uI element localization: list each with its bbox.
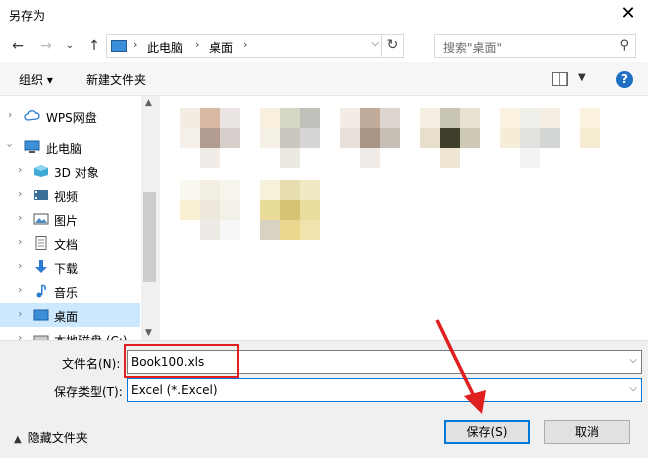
sidebar-item-label: 视频 (54, 190, 79, 204)
sidebar-item-pictures[interactable]: › 图片 (0, 207, 140, 231)
file-thumbnail[interactable] (260, 180, 320, 240)
sidebar-item-label: WPS网盘 (46, 111, 97, 125)
sidebar-item-documents[interactable]: › 文档 (0, 231, 140, 255)
address-bar[interactable]: › 此电脑 › 桌面 › ⌵ ↻ (106, 34, 404, 58)
up-folder-icon[interactable]: ↑ (84, 36, 104, 56)
sidebar-item-videos[interactable]: › 视频 (0, 183, 140, 207)
sidebar-item-downloads[interactable]: › 下载 (0, 255, 140, 279)
filetype-value: Excel (*.Excel) (131, 383, 218, 397)
file-thumbnail[interactable] (260, 108, 320, 168)
documents-icon (35, 236, 47, 250)
pictures-icon (33, 213, 49, 225)
sidebar-item-label: 下载 (54, 262, 79, 276)
chevron-down-icon[interactable]: ⌵ (371, 38, 379, 49)
navigation-pane: › WPS网盘 › 此电脑 › 3D 对象 › 视频 › 图片 › 文档 › 下… (0, 96, 158, 340)
breadcrumb-separator-icon: › (133, 38, 138, 51)
file-thumbnail[interactable] (180, 108, 240, 168)
chevron-down-icon[interactable]: ▼ (578, 72, 586, 83)
toolbar: 组织 ▾ 新建文件夹 ▼ ? (0, 62, 648, 96)
file-thumbnail[interactable] (340, 108, 400, 168)
chevron-right-icon[interactable]: › (18, 187, 22, 200)
pc-icon (24, 140, 40, 153)
3d-objects-icon (34, 165, 48, 177)
sidebar-item-desktop[interactable]: › 桌面 (0, 303, 140, 327)
chevron-right-icon[interactable]: › (18, 331, 22, 340)
breadcrumb-this-pc[interactable]: 此电脑 (147, 39, 183, 56)
sidebar-item-3d-objects[interactable]: › 3D 对象 (0, 159, 140, 183)
chevron-right-icon[interactable]: › (18, 235, 22, 248)
file-thumbnail[interactable] (180, 180, 240, 240)
sidebar-item-label: 文档 (54, 238, 79, 252)
navigation-row: ← → ⌄ ↑ › 此电脑 › 桌面 › ⌵ ↻ 搜索"桌面" ⚲ (0, 30, 648, 62)
download-icon (35, 260, 47, 273)
sidebar-item-local-disk[interactable]: › 本地磁盘 (C:) (0, 327, 140, 340)
file-thumbnail[interactable] (580, 108, 640, 168)
breadcrumb-separator-icon: › (243, 38, 248, 51)
save-as-dialog: 另存为 ✕ ← → ⌄ ↑ › 此电脑 › 桌面 › ⌵ ↻ 搜索"桌面" ⚲ … (0, 0, 648, 458)
new-folder-button[interactable]: 新建文件夹 (86, 71, 146, 88)
search-placeholder: 搜索"桌面" (443, 41, 503, 55)
recent-locations-icon[interactable]: ⌄ (60, 36, 80, 56)
file-thumbnail[interactable] (420, 108, 480, 168)
sidebar-item-label: 3D 对象 (54, 166, 99, 180)
chevron-down-icon[interactable]: › (4, 143, 17, 147)
desktop-icon (33, 309, 49, 321)
filetype-select[interactable]: Excel (*.Excel) ⌵ (127, 378, 642, 402)
chevron-up-icon: ▲ (14, 434, 22, 445)
navigation-scrollbar[interactable]: ▲ ▼ (141, 96, 158, 340)
back-icon[interactable]: ← (8, 36, 28, 56)
chevron-right-icon[interactable]: › (18, 283, 22, 296)
scroll-up-icon[interactable]: ▲ (145, 98, 152, 108)
sidebar-item-label: 桌面 (54, 310, 79, 324)
scroll-thumb[interactable] (143, 192, 156, 282)
pc-icon (111, 40, 127, 52)
chevron-right-icon[interactable]: › (18, 307, 22, 320)
disk-icon (33, 335, 49, 340)
cancel-button[interactable]: 取消 (544, 420, 630, 444)
chevron-right-icon[interactable]: › (18, 211, 22, 224)
hide-folders-label: 隐藏文件夹 (27, 431, 88, 445)
dialog-title: 另存为 (9, 9, 46, 23)
search-input[interactable]: 搜索"桌面" ⚲ (434, 34, 636, 58)
breadcrumb-desktop[interactable]: 桌面 (209, 39, 233, 56)
breadcrumb-separator-icon: › (195, 38, 200, 51)
organize-button[interactable]: 组织 ▾ (19, 71, 53, 88)
chevron-right-icon[interactable]: › (8, 108, 12, 121)
help-icon[interactable]: ? (616, 71, 633, 88)
chevron-down-icon[interactable]: ⌵ (629, 383, 637, 394)
hide-folders-toggle[interactable]: ▲ 隐藏文件夹 (14, 429, 88, 446)
view-options-icon[interactable] (552, 72, 568, 86)
file-thumbnail[interactable] (500, 108, 560, 168)
chevron-down-icon[interactable]: ⌵ (629, 355, 637, 366)
chevron-right-icon[interactable]: › (18, 259, 22, 272)
sidebar-item-label: 图片 (54, 214, 79, 228)
sidebar-item-music[interactable]: › 音乐 (0, 279, 140, 303)
save-button[interactable]: 保存(S) (444, 420, 530, 444)
sidebar-item-label: 此电脑 (46, 142, 83, 156)
filetype-label: 保存类型(T): (54, 385, 123, 399)
filename-label: 文件名(N): (62, 357, 121, 371)
video-icon (34, 190, 48, 200)
sidebar-item-wps-cloud[interactable]: › WPS网盘 (0, 104, 140, 128)
file-list (160, 96, 648, 340)
music-icon (36, 284, 46, 298)
highlight-box (124, 344, 239, 378)
sidebar-item-label: 本地磁盘 (C:) (54, 332, 128, 340)
forward-icon[interactable]: → (36, 36, 56, 56)
sidebar-item-this-pc[interactable]: › 此电脑 (0, 135, 140, 159)
scroll-down-icon[interactable]: ▼ (145, 328, 152, 338)
title-bar: 另存为 ✕ (0, 0, 648, 30)
cloud-icon (24, 110, 40, 121)
refresh-icon[interactable]: ↻ (381, 35, 403, 57)
close-icon[interactable]: ✕ (608, 0, 648, 30)
search-icon: ⚲ (619, 38, 629, 53)
chevron-right-icon[interactable]: › (18, 163, 22, 176)
sidebar-item-label: 音乐 (54, 286, 79, 300)
